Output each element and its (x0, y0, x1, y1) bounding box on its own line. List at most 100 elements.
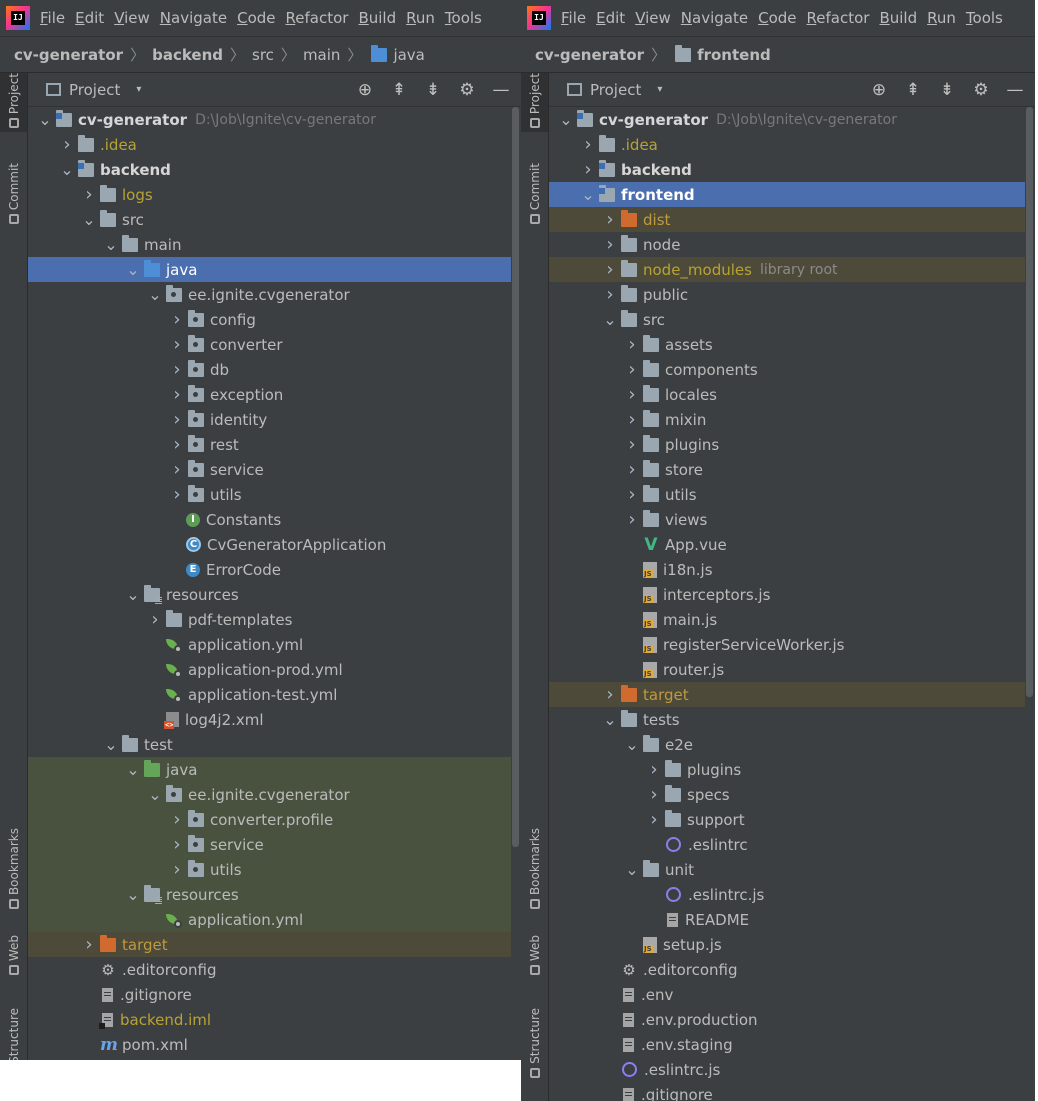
breadcrumb-item-src[interactable]: src (252, 46, 274, 64)
menu-tools[interactable]: Tools (966, 9, 1003, 27)
menu-code[interactable]: Code (237, 9, 275, 27)
chevron-right-icon[interactable]: › (80, 184, 98, 205)
chevron-right-icon[interactable]: › (623, 434, 641, 455)
chevron-right-icon[interactable]: › (623, 334, 641, 355)
tree-node-pdf-templates[interactable]: › pdf-templates (28, 607, 511, 632)
tree-node-identity[interactable]: › identity (28, 407, 511, 432)
stripe-button-web[interactable]: Web (521, 935, 548, 979)
tree-node-plugins[interactable]: › plugins (549, 757, 1025, 782)
tree-node-application-yml[interactable]: application.yml (28, 907, 511, 932)
chevron-right-icon[interactable]: › (168, 434, 186, 455)
tree-node-logs[interactable]: › logs (28, 182, 511, 207)
tree-node-assets[interactable]: › assets (549, 332, 1025, 357)
chevron-right-icon[interactable]: › (146, 609, 164, 630)
chevron-down-icon[interactable]: ⌄ (102, 735, 120, 754)
tree-node-interceptors-js[interactable]: interceptors.js (549, 582, 1025, 607)
chevron-right-icon[interactable]: › (168, 484, 186, 505)
menu-edit[interactable]: Edit (596, 9, 625, 27)
chevron-right-icon[interactable]: › (623, 384, 641, 405)
chevron-right-icon[interactable]: › (80, 934, 98, 955)
chevron-right-icon[interactable]: › (58, 134, 76, 155)
tree-node-src[interactable]: ⌄ src (549, 307, 1025, 332)
tree-node-frontend[interactable]: ⌄ frontend (549, 182, 1025, 207)
locate-icon[interactable]: ⊕ (869, 80, 889, 100)
expand-all-icon[interactable]: ⇞ (903, 80, 923, 100)
tree-node-cv-generator[interactable]: ⌄ cv-generator D:\Job\Ignite\cv-generator (28, 107, 511, 132)
chevron-right-icon[interactable]: › (601, 284, 619, 305)
chevron-right-icon[interactable]: › (623, 359, 641, 380)
settings-gear-icon[interactable]: ⚙ (971, 80, 991, 100)
chevron-right-icon[interactable]: › (168, 384, 186, 405)
stripe-button-bookmarks[interactable]: Bookmarks (521, 828, 548, 913)
locate-icon[interactable]: ⊕ (355, 80, 375, 100)
menu-file[interactable]: File (40, 9, 65, 27)
hide-icon[interactable]: — (1005, 80, 1025, 100)
tree-node-resources[interactable]: ⌄ resources (28, 882, 511, 907)
tree-node-specs[interactable]: › specs (549, 782, 1025, 807)
stripe-button-commit[interactable]: Commit (0, 163, 27, 228)
breadcrumb-item-frontend[interactable]: frontend (673, 44, 771, 64)
tree-node-pom-xml[interactable]: m pom.xml (28, 1032, 511, 1057)
menu-tools[interactable]: Tools (445, 9, 482, 27)
view-dropdown-icon[interactable]: ▾ (657, 84, 662, 95)
view-dropdown-icon[interactable]: ▾ (136, 84, 141, 95)
tree-node-eslintrc-js[interactable]: .eslintrc.js (549, 882, 1025, 907)
chevron-right-icon[interactable]: › (645, 784, 663, 805)
chevron-right-icon[interactable]: › (168, 809, 186, 830)
tree-node-java[interactable]: ⌄ java (28, 757, 511, 782)
chevron-down-icon[interactable]: ⌄ (124, 760, 142, 779)
chevron-right-icon[interactable]: › (623, 509, 641, 530)
tree-node-setup-js[interactable]: setup.js (549, 932, 1025, 957)
tree-node-service[interactable]: › service (28, 457, 511, 482)
tree-node-test[interactable]: ⌄ test (28, 732, 511, 757)
chevron-down-icon[interactable]: ⌄ (102, 235, 120, 254)
menu-navigate[interactable]: Navigate (160, 9, 227, 27)
tree-node-tests[interactable]: ⌄ tests (549, 707, 1025, 732)
tree-node-public[interactable]: › public (549, 282, 1025, 307)
breadcrumb-item-cv-generator[interactable]: cv-generator (14, 46, 123, 64)
breadcrumb-item-java[interactable]: java (369, 44, 425, 64)
stripe-button-project[interactable]: Project (0, 73, 27, 133)
tree-node-mixin[interactable]: › mixin (549, 407, 1025, 432)
tree-node-eslintrc[interactable]: .eslintrc (549, 832, 1025, 857)
tree-node-i18n-js[interactable]: i18n.js (549, 557, 1025, 582)
chevron-right-icon[interactable]: › (168, 359, 186, 380)
chevron-down-icon[interactable]: ⌄ (124, 585, 142, 604)
tree-scrollbar[interactable] (512, 107, 519, 847)
tree-node-readme[interactable]: README (549, 907, 1025, 932)
tree-node-editorconfig[interactable]: ⚙ .editorconfig (28, 957, 511, 982)
tree-node-main[interactable]: ⌄ main (28, 232, 511, 257)
chevron-right-icon[interactable]: › (623, 409, 641, 430)
tree-node-rest[interactable]: › rest (28, 432, 511, 457)
chevron-down-icon[interactable]: ⌄ (146, 785, 164, 804)
chevron-down-icon[interactable]: ⌄ (601, 710, 619, 729)
tree-node-exception[interactable]: › exception (28, 382, 511, 407)
tree-node-gitignore[interactable]: .gitignore (549, 1082, 1025, 1101)
hide-icon[interactable]: — (491, 80, 511, 100)
chevron-right-icon[interactable]: › (168, 834, 186, 855)
breadcrumb-item-main[interactable]: main (303, 46, 340, 64)
tree-node-e2e[interactable]: ⌄ e2e (549, 732, 1025, 757)
tree-node-gitignore[interactable]: .gitignore (28, 982, 511, 1007)
panel-title[interactable]: Project (590, 81, 641, 99)
tree-node-env[interactable]: .env (549, 982, 1025, 1007)
tree-node-src[interactable]: ⌄ src (28, 207, 511, 232)
tree-node-node[interactable]: › node (549, 232, 1025, 257)
chevron-right-icon[interactable]: › (601, 209, 619, 230)
tree-node-db[interactable]: › db (28, 357, 511, 382)
tree-node-node-modules[interactable]: › node_modules library root (549, 257, 1025, 282)
tree-node-resources[interactable]: ⌄ resources (28, 582, 511, 607)
tree-node-cvgeneratorapplication[interactable]: C CvGeneratorApplication (28, 532, 511, 557)
tree-node-backend[interactable]: › backend (549, 157, 1025, 182)
tree-node-registerserviceworker-js[interactable]: registerServiceWorker.js (549, 632, 1025, 657)
menu-run[interactable]: Run (406, 9, 435, 27)
tree-node-config[interactable]: › config (28, 307, 511, 332)
chevron-right-icon[interactable]: › (601, 684, 619, 705)
collapse-all-icon[interactable]: ⇟ (937, 80, 957, 100)
settings-gear-icon[interactable]: ⚙ (457, 80, 477, 100)
menu-navigate[interactable]: Navigate (681, 9, 748, 27)
chevron-right-icon[interactable]: › (579, 159, 597, 180)
tree-node-converter-profile[interactable]: › converter.profile (28, 807, 511, 832)
tree-node-service[interactable]: › service (28, 832, 511, 857)
tree-node-components[interactable]: › components (549, 357, 1025, 382)
